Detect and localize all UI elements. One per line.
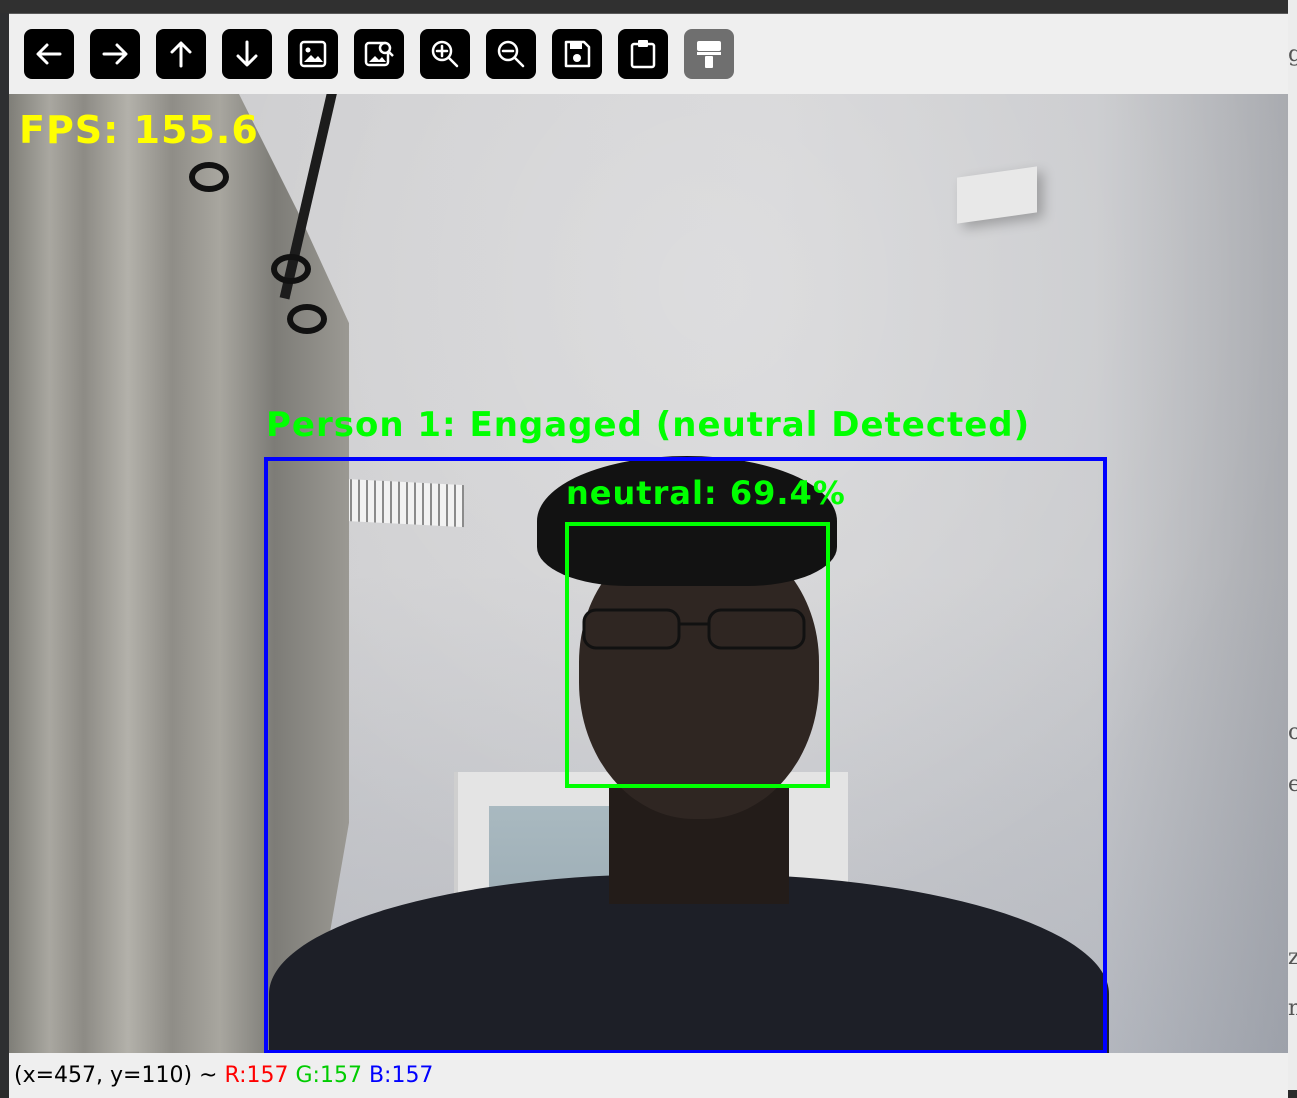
- red-value: R:157: [224, 1063, 289, 1088]
- face-bounding-box: [565, 522, 830, 788]
- blue-value: B:157: [368, 1063, 434, 1088]
- paint-brush-icon: [697, 41, 721, 68]
- zoom-original-button[interactable]: [354, 29, 404, 79]
- background-top-strip: [0, 0, 1297, 13]
- zoom-out-icon: [497, 40, 525, 68]
- image-toolbar: [9, 14, 1288, 94]
- green-value: G:157: [295, 1063, 362, 1088]
- pan-down-button[interactable]: [222, 29, 272, 79]
- arrow-up-icon: [170, 41, 192, 68]
- arrow-right-icon: [102, 43, 128, 65]
- save-image-button[interactable]: [552, 29, 602, 79]
- pan-up-button[interactable]: [156, 29, 206, 79]
- emotion-label: neutral: 69.4%: [566, 474, 846, 512]
- arrow-down-icon: [236, 40, 258, 67]
- pixel-status-bar: (x=457, y=110) ~ R:157 G:157 B:157: [9, 1053, 1288, 1098]
- save-icon: [564, 40, 591, 68]
- camera-frame[interactable]: FPS: 155.6 Person 1: Engaged (neutral De…: [9, 94, 1288, 1053]
- zoom-fit-button[interactable]: [288, 29, 338, 79]
- zoom-in-icon: [431, 40, 459, 68]
- clipboard-icon: [630, 40, 656, 69]
- properties-button[interactable]: [684, 29, 734, 79]
- background-editor-strip: g o e z n: [1288, 0, 1297, 1097]
- pan-left-button[interactable]: [24, 29, 74, 79]
- person-status-label: Person 1: Engaged (neutral Detected): [266, 405, 1031, 445]
- copy-to-clipboard-button[interactable]: [618, 29, 668, 79]
- image-icon: [299, 40, 327, 68]
- fps-counter: FPS: 155.6: [19, 108, 259, 152]
- opencv-image-window: FPS: 155.6 Person 1: Engaged (neutral De…: [9, 13, 1288, 1098]
- pan-right-button[interactable]: [90, 29, 140, 79]
- image-search-icon: [364, 41, 394, 67]
- zoom-out-button[interactable]: [486, 29, 536, 79]
- arrow-left-icon: [36, 43, 62, 65]
- cursor-coords: (x=457, y=110) ~: [14, 1063, 225, 1088]
- zoom-in-button[interactable]: [420, 29, 470, 79]
